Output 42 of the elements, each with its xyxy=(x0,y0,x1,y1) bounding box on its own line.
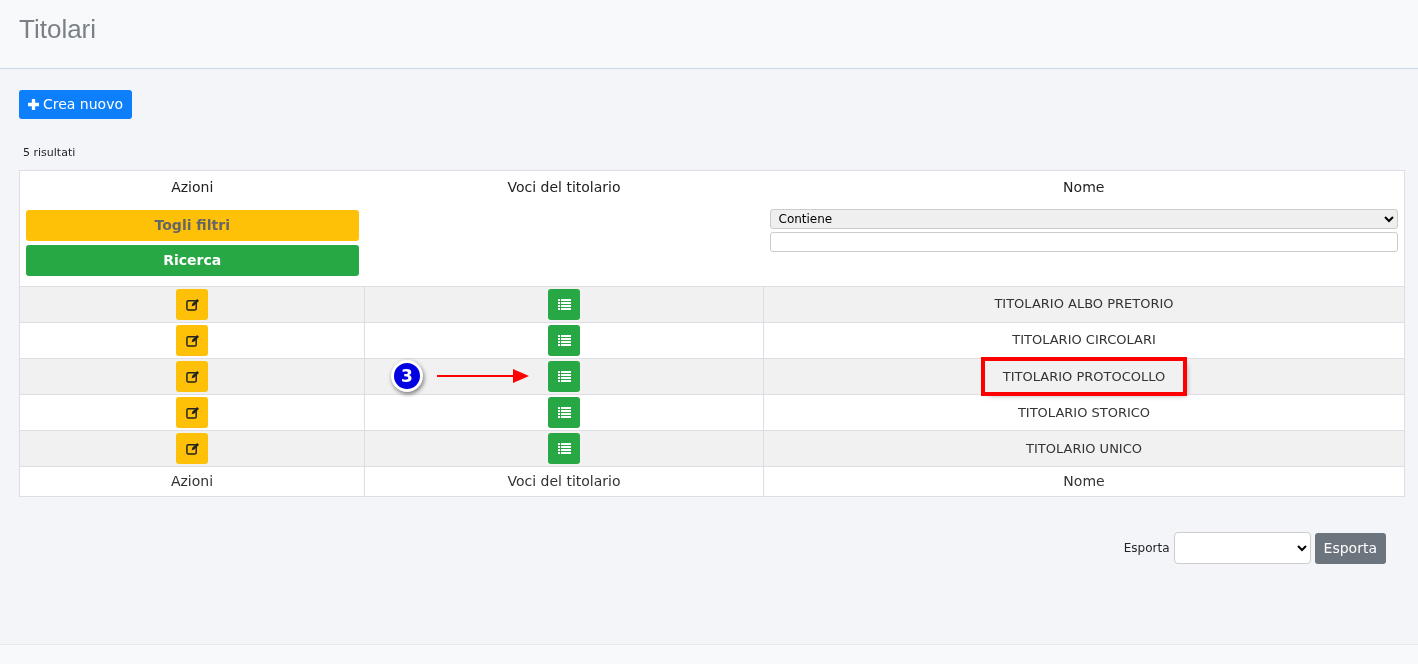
row-name: TITOLARIO STORICO xyxy=(1017,404,1151,420)
result-count: 5 risultati xyxy=(23,145,77,161)
edit-button[interactable] xyxy=(176,433,208,464)
entries-button[interactable] xyxy=(548,397,580,428)
export-format-select[interactable] xyxy=(1173,532,1311,564)
edit-icon xyxy=(185,297,199,311)
edit-icon xyxy=(185,406,199,419)
list-icon xyxy=(557,443,571,454)
column-header: Nome xyxy=(1063,178,1105,195)
edit-button[interactable] xyxy=(176,397,208,428)
list-icon xyxy=(557,407,571,418)
list-icon xyxy=(557,370,571,382)
edit-icon xyxy=(185,442,199,455)
row-name: TITOLARIO CIRCOLARI xyxy=(1012,332,1156,348)
entries-button[interactable] xyxy=(548,360,580,392)
column-footer: Nome xyxy=(1063,473,1105,489)
edit-button[interactable] xyxy=(176,360,208,392)
search-button[interactable]: Ricerca xyxy=(26,244,359,276)
clear-filters-button[interactable]: Togli filtri xyxy=(26,209,359,241)
page-title: Titolari xyxy=(19,14,98,46)
edit-button[interactable] xyxy=(176,324,208,356)
entries-button[interactable] xyxy=(548,433,580,464)
name-filter-field[interactable] xyxy=(769,231,1398,252)
create-new-button[interactable]: Crea nuovo xyxy=(19,90,133,119)
row-name: TITOLARIO UNICO xyxy=(1026,440,1142,456)
plus-icon xyxy=(28,99,39,110)
list-icon xyxy=(557,298,571,310)
export-button[interactable]: Esporta xyxy=(1314,532,1386,564)
column-header: Azioni xyxy=(171,178,214,195)
entries-button[interactable] xyxy=(548,324,580,356)
column-footer: Azioni xyxy=(170,473,214,489)
edit-icon xyxy=(185,333,199,347)
name-filter-select[interactable]: Contiene xyxy=(769,208,1398,229)
export-label: Esporta xyxy=(1123,540,1170,557)
column-footer: Voci del titolario xyxy=(507,473,621,489)
entries-button[interactable] xyxy=(548,288,580,320)
column-header: Voci del titolario xyxy=(507,178,621,195)
edit-icon xyxy=(185,369,199,383)
edit-button[interactable] xyxy=(176,288,208,320)
callout-badge: 3 xyxy=(391,360,423,393)
list-icon xyxy=(557,334,571,346)
row-name: TITOLARIO ALBO PRETORIO xyxy=(994,296,1174,312)
